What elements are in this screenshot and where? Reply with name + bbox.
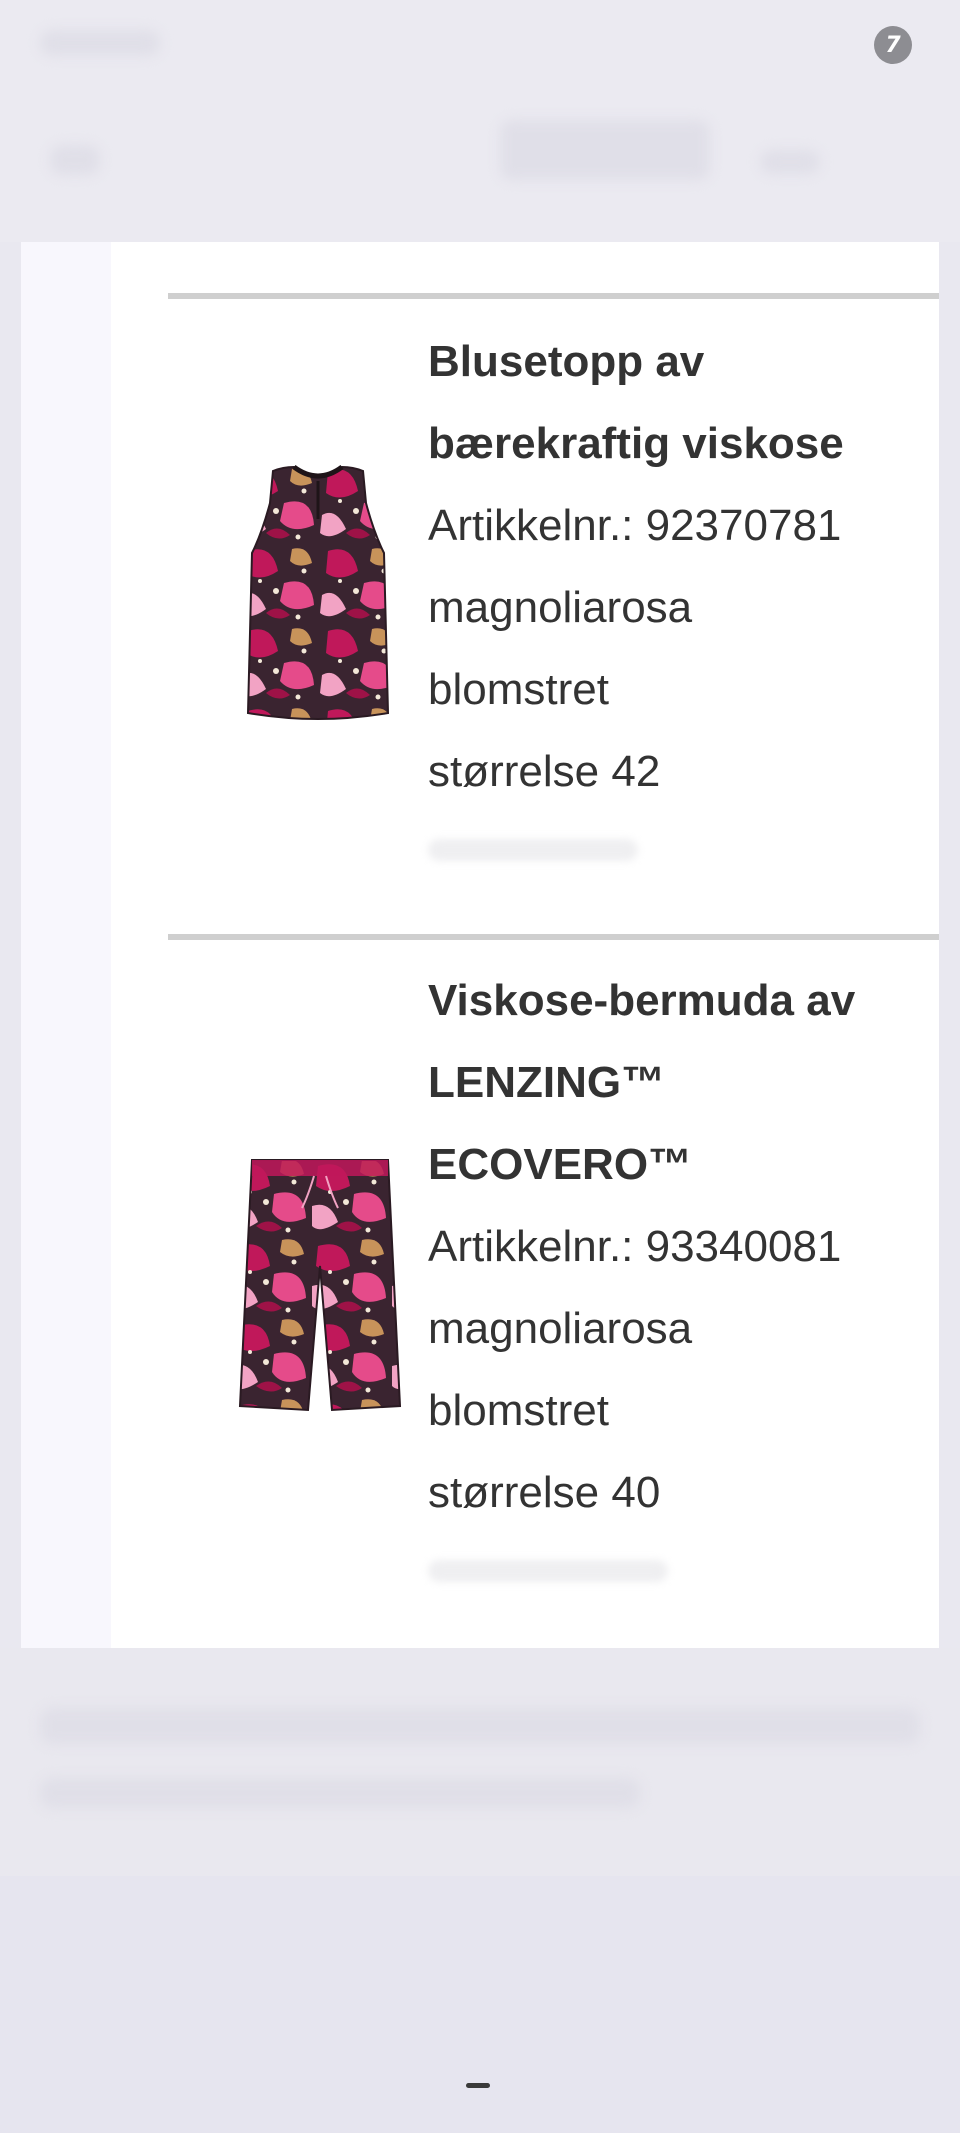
product-size: størrelse 42 (428, 747, 661, 796)
blurred-price (428, 1560, 668, 1582)
blurred-order-summary (0, 1648, 960, 1876)
product-divider (168, 293, 939, 299)
product-name[interactable]: Blusetopp av (428, 321, 928, 403)
article-number: Artikkelnr.: 92370781 (428, 501, 842, 550)
bottom-navigation-bar (0, 1876, 960, 2133)
bermuda-shorts-image[interactable] (230, 1156, 410, 1416)
product-details: Blusetopp av bærekraftig viskose Artikke… (428, 321, 928, 861)
product-name[interactable]: bærekraftig viskose (428, 403, 928, 485)
product-item[interactable]: Blusetopp av bærekraftig viskose Artikke… (168, 293, 939, 933)
blurred-price (428, 839, 638, 861)
product-pattern: blomstret (428, 1386, 609, 1435)
blurred-summary-line (40, 1778, 640, 1808)
product-item[interactable]: Viskose-bermuda av LENZING™ ECOVERO™ Art… (168, 934, 939, 1614)
article-number: Artikkelnr.: 93340081 (428, 1222, 842, 1271)
blurred-summary-line (40, 1708, 920, 1744)
product-name[interactable]: LENZING™ (428, 1042, 928, 1124)
product-name[interactable]: ECOVERO™ (428, 1124, 928, 1206)
product-color: magnoliarosa (428, 1304, 693, 1353)
product-divider (168, 934, 939, 940)
blurred-logo (40, 30, 160, 56)
product-size: størrelse 40 (428, 1468, 661, 1517)
blurred-nav-center (500, 120, 710, 180)
product-details: Viskose-bermuda av LENZING™ ECOVERO™ Art… (428, 960, 928, 1582)
user-avatar-icon[interactable]: 7 (874, 26, 912, 64)
order-items-card: Blusetopp av bærekraftig viskose Artikke… (21, 242, 939, 1648)
product-pattern: blomstret (428, 665, 609, 714)
blurred-nav-right (760, 150, 820, 174)
avatar-letter: 7 (885, 32, 901, 58)
product-name[interactable]: Viskose-bermuda av (428, 960, 928, 1042)
top-blurred-header: 7 (0, 0, 960, 242)
product-color: magnoliarosa (428, 583, 693, 632)
home-indicator[interactable] (466, 2083, 490, 2088)
card-left-gutter (21, 242, 111, 1648)
blurred-nav-left (50, 145, 100, 175)
sleeveless-top-image[interactable] (238, 463, 398, 733)
